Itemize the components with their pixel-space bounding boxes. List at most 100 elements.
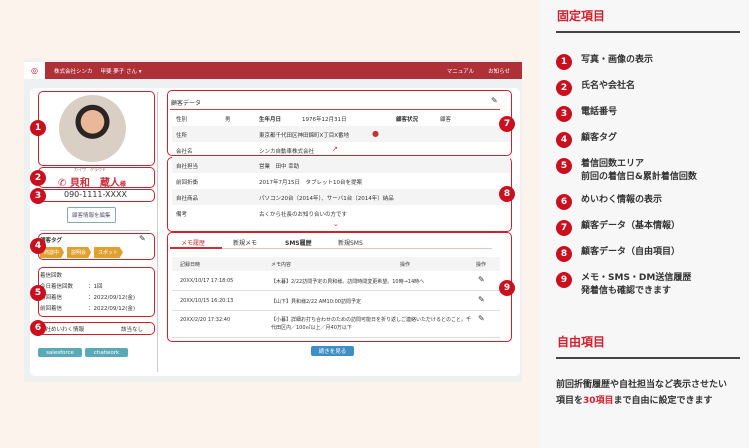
legend-item: 2氏名や会社名 bbox=[556, 80, 746, 96]
call-value: ：2022/09/12(金) bbox=[88, 295, 135, 301]
see-more-button[interactable]: 続きを見る bbox=[311, 346, 354, 356]
callout-badge-9: 9 bbox=[499, 280, 515, 296]
legend-item: 8顧客データ（自由項目） bbox=[556, 246, 746, 262]
callout-badge-4: 4 bbox=[30, 238, 46, 254]
tab-new-sms[interactable]: 新規SMS bbox=[338, 238, 363, 247]
user-menu[interactable]: 甲斐 夢子 さん ▾ bbox=[101, 67, 142, 75]
legend-text: 電話番号 bbox=[581, 106, 617, 122]
memo-content: 【木暮】2/22訪問予定の貝和様。訪問時間変更希望。10時→14時へ bbox=[271, 278, 424, 285]
honorific: 様 bbox=[120, 181, 126, 188]
logo: ◎ bbox=[24, 62, 45, 79]
header-bar: ◎ 株式会社シンカ 甲斐 夢子 さん ▾ マニュアル お知らせ bbox=[24, 62, 522, 79]
memo-content: 【小暮】詳細お打ち合わせのための訪問可能日を折り返しご連絡いただけるとのこと。千… bbox=[271, 316, 471, 332]
free-items-title: 自由項目 bbox=[557, 333, 605, 350]
value: 営業 田中 幸助 bbox=[259, 162, 299, 170]
active-tab-indicator bbox=[170, 247, 222, 249]
legend-text: めいわく情報の表示 bbox=[581, 194, 662, 210]
phone-number[interactable]: 090-1111-XXXX bbox=[64, 190, 127, 199]
legend-text: 氏名や会社名 bbox=[581, 80, 635, 96]
legend-item: 6 めいわく情報の表示 bbox=[556, 194, 746, 210]
nuisance-label: 他社めいわく情報 bbox=[40, 325, 84, 333]
divider bbox=[40, 230, 150, 231]
news-link[interactable]: お知らせ bbox=[488, 67, 510, 75]
tab-new-memo[interactable]: 新規メモ bbox=[233, 238, 257, 247]
callout-badge-3: 3 bbox=[30, 188, 46, 204]
legend-text: 着信回数エリア 前回の着信日&累計着信回数 bbox=[581, 158, 697, 184]
number-badge: 5 bbox=[556, 158, 572, 174]
table-header: 記録日時 メモ内容 操作 操作 bbox=[172, 257, 500, 271]
call-label: 前回着信 bbox=[40, 304, 88, 315]
value: シンカ自動車株式会社 bbox=[259, 147, 314, 155]
callout-badge-7: 7 bbox=[499, 116, 515, 132]
tag[interactable]: 説明会 bbox=[67, 247, 91, 258]
tab-sms-history[interactable]: SMS履歴 bbox=[285, 238, 312, 247]
call-value: ：2022/09/12(金) bbox=[88, 306, 135, 312]
phone-icon[interactable]: ✆ bbox=[58, 178, 70, 189]
table-row: 20XX/2/20 17:32:40 【小暮】詳細お打ち合わせのための訪問可能日… bbox=[172, 311, 500, 338]
table-row: 20XX/10/17 17:18:05 【木暮】2/22訪問予定の貝和様。訪問時… bbox=[172, 271, 500, 291]
legend-item: 7顧客データ（基本情報） bbox=[556, 220, 746, 236]
divider bbox=[556, 31, 740, 33]
customer-data-title: 顧客データ bbox=[171, 98, 201, 107]
chevron-down-icon[interactable]: ⌄ bbox=[333, 220, 339, 228]
callout-badge-5: 5 bbox=[30, 285, 46, 301]
company-name: 株式会社シンカ bbox=[54, 67, 93, 75]
free-items-description: 前回折衝履歴や自社担当など表示させたい項目を30項目まで自由に設定できます bbox=[556, 377, 731, 409]
value: パソコン20台（2014年）、サーバ1台（2014年）納品 bbox=[259, 194, 394, 202]
edit-icon[interactable]: ✎ bbox=[139, 234, 146, 243]
customer-name: 貝和 蔵人 bbox=[70, 178, 120, 189]
salesforce-button[interactable]: salesforce bbox=[38, 348, 82, 357]
label: 前回折衝 bbox=[176, 178, 198, 186]
record-date: 20XX/10/17 17:18:05 bbox=[180, 278, 233, 284]
legend-item: 9メモ・SMS・DM送信履歴 発着信も確認できます bbox=[556, 272, 746, 298]
callout-badge-2: 2 bbox=[30, 170, 46, 186]
legend-item: 5 着信回数エリア 前回の着信日&累計着信回数 bbox=[556, 158, 746, 184]
edit-icon[interactable]: ✎ bbox=[478, 295, 485, 304]
callout-badge-1: 1 bbox=[30, 120, 46, 136]
value: 東京都千代田区神田錦町X丁目X番地 bbox=[259, 131, 349, 139]
label: 会社名 bbox=[176, 147, 193, 155]
legend-item: 4顧客タグ bbox=[556, 132, 746, 148]
memo-content: 【山下】貝和様2/22 AM10:00訪問予定 bbox=[271, 298, 361, 305]
edit-icon[interactable]: ✎ bbox=[491, 96, 498, 105]
chatwork-button[interactable]: chatwork bbox=[85, 348, 128, 357]
map-pin-icon[interactable]: ● bbox=[372, 129, 379, 138]
callout-badge-6: 6 bbox=[30, 320, 46, 336]
divider bbox=[556, 357, 740, 359]
number-badge: 6 bbox=[556, 194, 572, 210]
row-gender: 性別男 生年月日1976年12月31日 顧客状況顧客 bbox=[172, 110, 510, 126]
row-company: 会社名 シンカ自動車株式会社 ↗ bbox=[172, 142, 510, 158]
value: 2017年7月15日 タブレット10台を提案 bbox=[259, 178, 362, 186]
label: 生年月日 bbox=[259, 115, 281, 123]
column-header: 操作 bbox=[476, 261, 486, 268]
label: 性別 bbox=[176, 115, 187, 123]
edit-customer-button[interactable]: 顧客情報を編集 bbox=[67, 207, 116, 223]
edit-icon[interactable]: ✎ bbox=[478, 314, 485, 323]
label: 住所 bbox=[176, 131, 187, 139]
label: 自社商品 bbox=[176, 194, 198, 202]
row-address: 住所 東京都千代田区神田錦町X丁目X番地 ● bbox=[172, 126, 510, 142]
nuisance-value: 該当なし bbox=[121, 325, 143, 333]
free-row: 前回折衝 2017年7月15日 タブレット10台を提案 bbox=[172, 173, 510, 189]
divider bbox=[157, 92, 158, 372]
tab-memo-history[interactable]: メモ履歴 bbox=[181, 238, 205, 247]
record-date: 20XX/2/20 17:32:40 bbox=[180, 317, 230, 323]
call-label: 初回着信 bbox=[40, 293, 88, 304]
column-header: メモ内容 bbox=[271, 261, 291, 268]
highlight: 30項目 bbox=[583, 396, 614, 406]
record-date: 20XX/10/15 16:20:13 bbox=[180, 298, 233, 304]
external-link-icon[interactable]: ↗ bbox=[332, 145, 338, 153]
manual-link[interactable]: マニュアル bbox=[447, 67, 474, 75]
legend-list: 1写真・画像の表示2氏名や会社名3電話番号4顧客タグ5着信回数エリア 前回の着信… bbox=[556, 54, 746, 298]
tag[interactable]: スポット bbox=[94, 247, 123, 258]
value: 1976年12月31日 bbox=[302, 115, 347, 123]
customer-photo bbox=[59, 95, 126, 162]
name-kana: カイワ クラウド bbox=[74, 167, 106, 173]
table-row: 20XX/10/15 16:20:13 【山下】貝和様2/22 AM10:00訪… bbox=[172, 291, 500, 311]
number-badge: 3 bbox=[556, 106, 572, 122]
call-value: ：1回 bbox=[88, 284, 103, 290]
value: 古くから社長のお知り合いの方です bbox=[259, 210, 347, 218]
edit-icon[interactable]: ✎ bbox=[478, 275, 485, 284]
number-badge: 7 bbox=[556, 220, 572, 236]
free-row: 備考古くから社長のお知り合いの方です bbox=[172, 205, 510, 221]
